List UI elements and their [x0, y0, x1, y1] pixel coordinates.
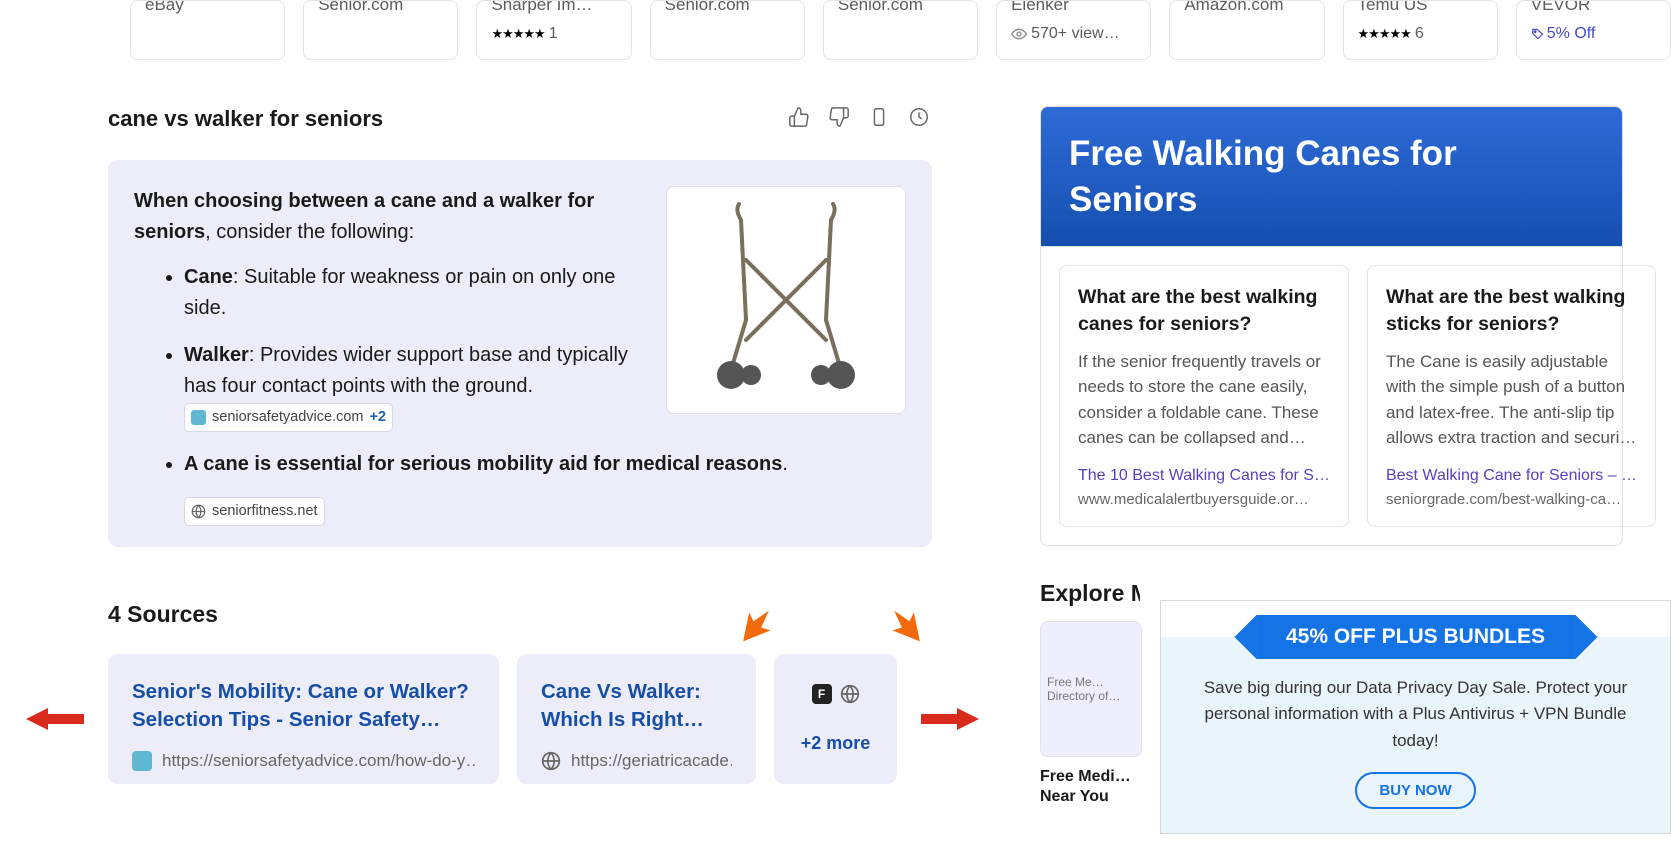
answer-image[interactable]: [666, 186, 906, 414]
feedback-icons: [788, 106, 932, 128]
product-source: Senior.com: [838, 0, 967, 15]
explore-heading: Explore More: [1040, 580, 1140, 607]
product-source: Temu US: [1358, 0, 1487, 15]
explore-label: Free Medi… Near You: [1040, 767, 1142, 809]
product-source: eBay: [145, 0, 274, 15]
product-card[interactable]: VEVOR 5% Off: [1516, 0, 1671, 60]
globe-icon: [840, 684, 860, 704]
citation-plus: +2: [370, 406, 387, 428]
copy-icon[interactable]: [868, 106, 890, 128]
related-link[interactable]: The 10 Best Walking Canes for S…: [1078, 467, 1330, 485]
product-card[interactable]: eBay: [130, 0, 285, 60]
related-domain: www.medicalalertbuyersguide.or…: [1078, 491, 1330, 508]
source-url: https://seniorsafetyadvice.com/how-do-y…: [132, 751, 475, 771]
product-card[interactable]: Temu US ★★★★★ 6: [1343, 0, 1498, 60]
source-title: Cane Vs Walker: Which Is Right For…: [541, 678, 732, 733]
promo-buy-button[interactable]: BUY NOW: [1355, 772, 1475, 809]
site-favicon-icon: [191, 410, 206, 425]
product-meta: 570+ view…: [1011, 25, 1140, 43]
related-link[interactable]: Best Walking Cane for Seniors – …: [1386, 467, 1637, 485]
product-source: Senior.com: [318, 0, 447, 15]
site-favicon-icon: F: [812, 684, 832, 704]
product-card[interactable]: Senior.com: [823, 0, 978, 60]
product-source: VEVOR: [1531, 0, 1660, 15]
site-favicon-icon: [132, 751, 152, 771]
ai-answer-card: When choosing between a cane and a walke…: [108, 160, 932, 547]
thumbs-up-icon[interactable]: [788, 106, 810, 128]
query-row: cane vs walker for seniors: [108, 106, 932, 132]
product-meta: ★★★★★ 1: [491, 25, 620, 43]
bullet-lead: A cane is essential for serious mobility…: [184, 453, 782, 475]
product-card[interactable]: Senior.com: [650, 0, 805, 60]
product-card[interactable]: Senior.com: [303, 0, 458, 60]
related-banner: Free Walking Canes for Seniors: [1040, 106, 1623, 247]
citation-domain: seniorfitness.net: [212, 500, 318, 522]
related-cards: What are the best walking canes for seni…: [1040, 247, 1623, 546]
view-count: 570+ view…: [1031, 25, 1120, 43]
bullet-lead: Walker: [184, 344, 249, 366]
source-card[interactable]: Senior's Mobility: Cane or Walker? Selec…: [108, 654, 499, 784]
review-count: 6: [1415, 25, 1424, 43]
share-icon[interactable]: [908, 106, 930, 128]
bullet-text: : Suitable for weakness or pain on only …: [184, 266, 615, 319]
stars-icon: ★★★★★: [1358, 26, 1411, 42]
related-card[interactable]: What are the best walking canes for seni…: [1059, 265, 1349, 527]
review-count: 1: [549, 25, 558, 43]
related-answer: If the senior frequently travels or need…: [1078, 349, 1330, 451]
discount-tag: 5% Off: [1531, 25, 1596, 43]
citation-chip[interactable]: seniorsafetyadvice.com +2: [184, 403, 393, 431]
promo-text: Save big during our Data Privacy Day Sal…: [1185, 675, 1646, 754]
product-meta: ★★★★★ 6: [1358, 25, 1487, 43]
related-question: What are the best walking sticks for sen…: [1386, 284, 1637, 339]
answer-bullet: A cane is essential for serious mobility…: [184, 449, 906, 480]
eye-icon: [1011, 26, 1027, 42]
thumbs-down-icon[interactable]: [828, 106, 850, 128]
explore-card[interactable]: Free Me… Directory of… Free Medi… Near Yo…: [1040, 621, 1142, 809]
promo-popup: 45% OFF PLUS BUNDLES Save big during our…: [1160, 600, 1671, 834]
related-answer: The Cane is easily adjustable with the s…: [1386, 349, 1637, 451]
product-source: Senior.com: [665, 0, 794, 15]
related-domain: seniorgrade.com/best-walking-ca…: [1386, 491, 1637, 508]
citation-chip[interactable]: seniorfitness.net: [184, 497, 325, 525]
sources-scroll-right[interactable]: [921, 708, 979, 730]
product-source: Sharper Im…: [491, 0, 620, 15]
query-text: cane vs walker for seniors: [108, 106, 383, 132]
walker-icon: [701, 200, 871, 400]
product-meta: 5% Off: [1531, 25, 1660, 43]
promo-ribbon: 45% OFF PLUS BUNDLES: [1256, 615, 1575, 659]
more-sources-label: +2 more: [801, 733, 871, 754]
source-title: Senior's Mobility: Cane or Walker? Selec…: [132, 678, 475, 733]
globe-icon: [541, 751, 561, 771]
tag-icon: [1531, 27, 1545, 41]
sources-row: Senior's Mobility: Cane or Walker? Selec…: [108, 654, 897, 784]
more-icons: F: [812, 684, 860, 704]
more-sources-card[interactable]: F +2 more: [774, 654, 897, 784]
sources-heading: 4 Sources: [108, 601, 932, 628]
explore-thumb: Free Me… Directory of…: [1040, 621, 1142, 757]
product-card[interactable]: Sharper Im… ★★★★★ 1: [476, 0, 631, 60]
product-card[interactable]: Elenker 570+ view…: [996, 0, 1151, 60]
product-card[interactable]: Amazon.com: [1169, 0, 1324, 60]
source-card[interactable]: Cane Vs Walker: Which Is Right For… https…: [517, 654, 756, 784]
bullet-lead: Cane: [184, 266, 233, 288]
sources-scroll-left[interactable]: [26, 708, 84, 730]
bullet-text: .: [782, 453, 788, 475]
bullet-text: : Provides wider support base and typica…: [184, 344, 628, 397]
stars-icon: ★★★★★: [491, 26, 544, 42]
product-source: Elenker: [1011, 0, 1140, 15]
product-row: eBay Senior.com Sharper Im… ★★★★★ 1 Senior.c…: [0, 0, 1671, 60]
citation-domain: seniorsafetyadvice.com: [212, 406, 364, 428]
source-url: https://geriatricacade…: [541, 751, 732, 771]
related-card[interactable]: What are the best walking sticks for sen…: [1367, 265, 1656, 527]
related-question: What are the best walking canes for seni…: [1078, 284, 1330, 339]
globe-icon: [191, 504, 206, 519]
product-source: Amazon.com: [1184, 0, 1313, 15]
